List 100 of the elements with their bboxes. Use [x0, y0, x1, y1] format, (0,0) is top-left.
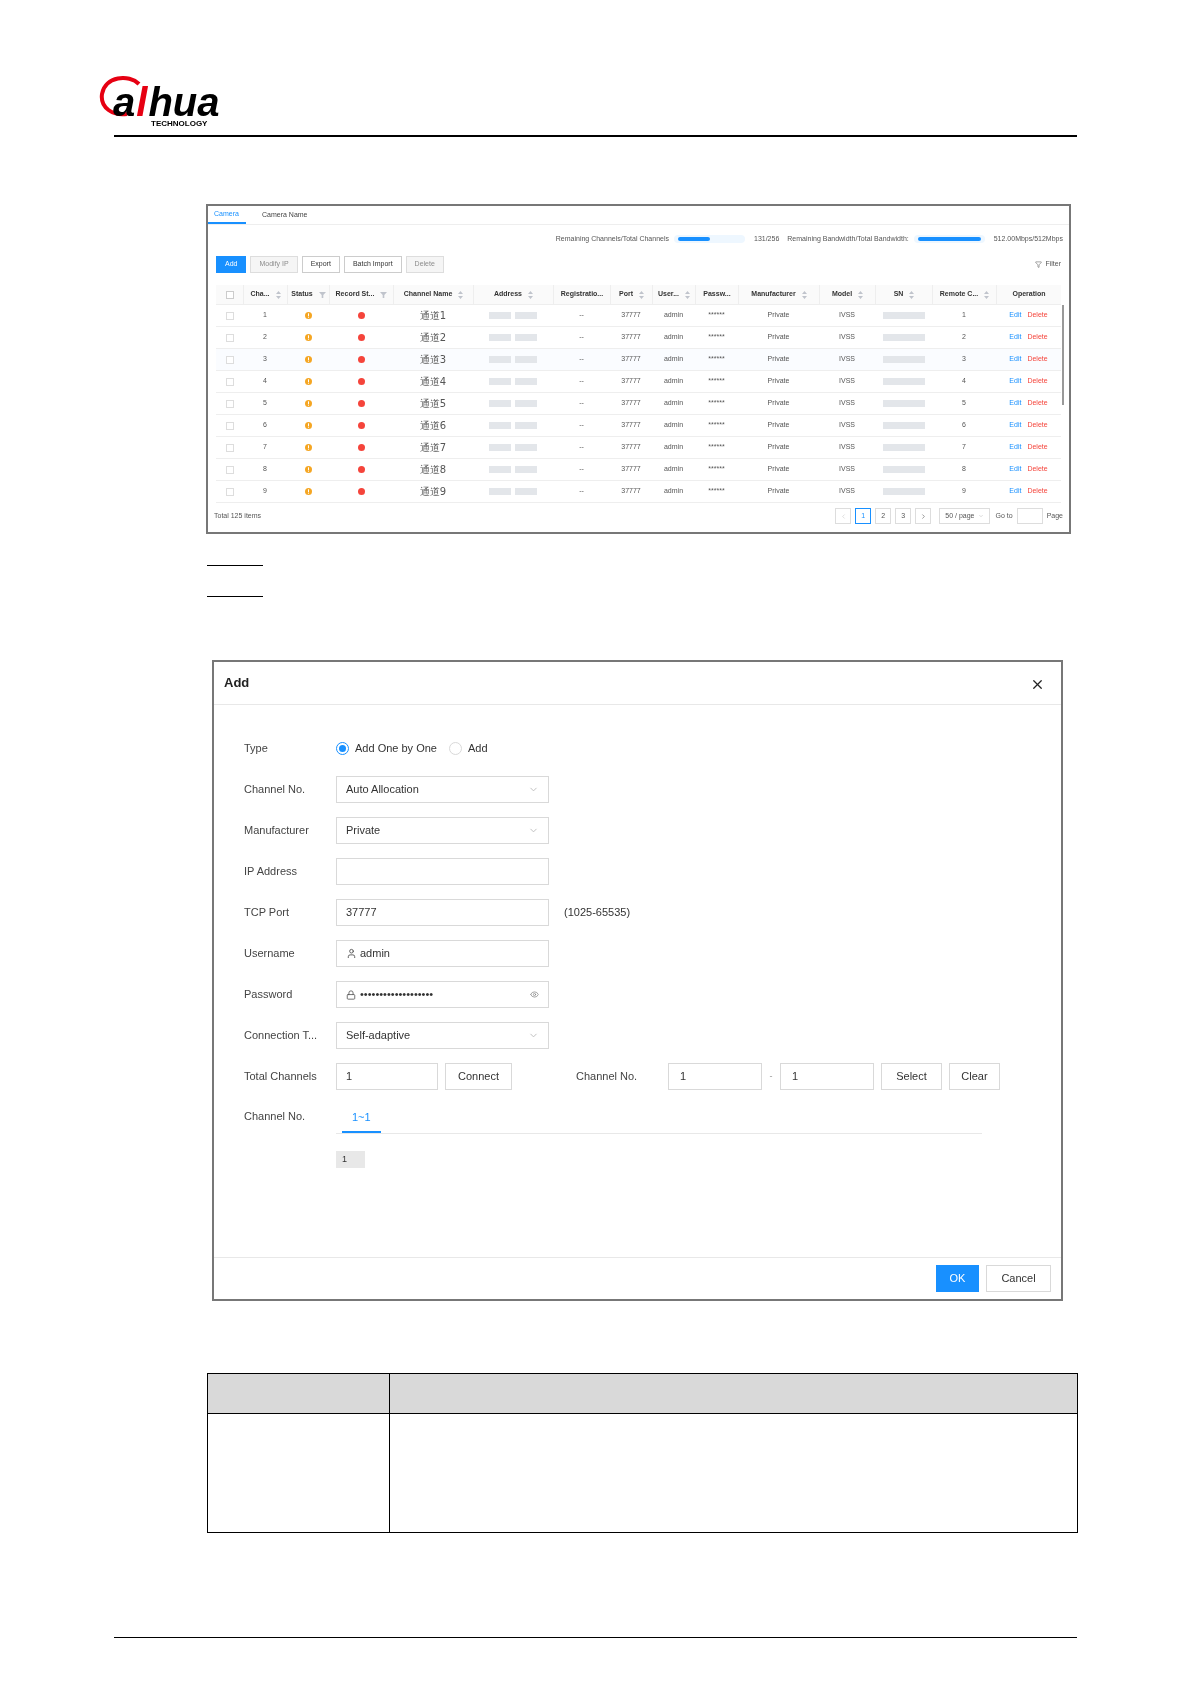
record-dot-icon — [357, 356, 365, 363]
sort-icon[interactable] — [984, 290, 990, 299]
table-cell-text: 通道3 — [419, 353, 447, 367]
select-field[interactable]: Private — [336, 817, 549, 844]
blurred-value — [489, 488, 537, 495]
dialog-title: Add — [224, 674, 250, 693]
blurred-value — [882, 400, 925, 407]
input-field[interactable] — [336, 858, 549, 885]
record-dot-icon — [357, 334, 365, 341]
checkbox[interactable] — [225, 311, 234, 320]
table-cell-text: 通道5 — [419, 397, 447, 411]
connect-button[interactable]: Connect — [445, 1063, 512, 1090]
input-field[interactable]: 1 — [336, 1063, 438, 1090]
warning-icon — [304, 378, 312, 385]
password-field[interactable]: ••••••••••••••••••• — [336, 981, 549, 1008]
select-field[interactable]: Self-adaptive — [336, 1022, 549, 1049]
filter-icon[interactable] — [318, 291, 326, 298]
blurred-value — [489, 422, 537, 429]
warning-icon — [304, 312, 312, 319]
filter-icon[interactable] — [1035, 261, 1043, 268]
blurred-value — [882, 334, 925, 341]
page-input[interactable] — [1016, 508, 1043, 524]
field-label: Connection T... — [244, 1028, 319, 1044]
warning-icon — [304, 422, 312, 429]
checkbox[interactable] — [225, 355, 234, 364]
table-cell-text: 通道9 — [419, 485, 447, 499]
checkbox[interactable] — [225, 443, 234, 452]
select-field[interactable]: Auto Allocation — [336, 776, 549, 803]
record-dot-icon — [357, 378, 365, 385]
table-cell-text: 通道6 — [419, 419, 447, 433]
record-dot-icon — [357, 466, 365, 473]
chevron-left-icon — [839, 512, 847, 520]
field-label: Password — [244, 987, 294, 1003]
table-cell-text: 通道2 — [419, 331, 447, 345]
blurred-value — [882, 312, 925, 319]
checkbox[interactable] — [225, 465, 234, 474]
record-dot-icon — [357, 422, 365, 429]
input-field[interactable]: 1 — [780, 1063, 874, 1090]
radio-label[interactable]: Add One by One — [355, 740, 437, 757]
ok-button[interactable]: OK — [936, 1265, 979, 1292]
eye-icon[interactable] — [530, 990, 539, 999]
blurred-value — [882, 422, 925, 429]
radio-label[interactable]: Add — [467, 740, 488, 757]
blurred-value — [882, 466, 925, 473]
blurred-value — [489, 378, 537, 385]
input-field[interactable]: 1 — [668, 1063, 762, 1090]
record-dot-icon — [357, 400, 365, 407]
scrollbar[interactable] — [1062, 305, 1064, 405]
logo-letter: l — [136, 82, 148, 122]
field-label: Total Channels — [244, 1069, 318, 1085]
table-cell-text: 通道7 — [419, 441, 447, 455]
field-label: Type — [244, 741, 269, 757]
blurred-value — [882, 444, 925, 451]
cancel-button[interactable]: Cancel — [986, 1265, 1051, 1292]
field-label: Manufacturer — [244, 823, 310, 839]
username-field[interactable]: admin — [336, 940, 549, 967]
range-hint: (1025-65535) — [564, 905, 631, 921]
sort-icon[interactable] — [909, 290, 915, 299]
blurred-value — [882, 488, 925, 495]
sort-icon[interactable] — [685, 290, 690, 299]
record-dot-icon — [357, 312, 365, 319]
table-cell-text: 通道8 — [419, 463, 447, 477]
warning-icon — [304, 488, 312, 495]
channel-range-tab[interactable]: 1~1 — [342, 1104, 381, 1133]
sort-icon[interactable] — [528, 290, 533, 299]
warning-icon — [304, 466, 312, 473]
sort-icon[interactable] — [858, 290, 864, 299]
checkbox[interactable] — [225, 333, 234, 342]
channel-chip[interactable]: 1 — [336, 1151, 365, 1168]
sort-icon[interactable] — [275, 290, 281, 299]
record-dot-icon — [357, 444, 365, 451]
warning-icon — [304, 444, 312, 451]
table-cell-text: 通道1 — [419, 309, 447, 323]
checkbox[interactable] — [225, 487, 234, 496]
field-label: Channel No. — [244, 782, 307, 798]
field-label: Username — [244, 946, 296, 962]
record-dot-icon — [357, 488, 365, 495]
range-separator: - — [768, 1069, 774, 1083]
sort-icon[interactable] — [801, 290, 807, 299]
field-label: IP Address — [244, 864, 298, 880]
warning-icon — [304, 334, 312, 341]
next-page-button[interactable] — [915, 508, 932, 524]
table-cell-text: 通道4 — [419, 375, 447, 389]
clear-button[interactable]: Clear — [949, 1063, 1000, 1090]
blurred-value — [489, 444, 537, 451]
sort-icon[interactable] — [458, 290, 464, 299]
chevron-right-icon — [919, 512, 927, 520]
filter-icon[interactable] — [380, 291, 388, 298]
blurred-value — [489, 400, 537, 407]
select-button[interactable]: Select — [881, 1063, 942, 1090]
lock-icon — [346, 989, 356, 1000]
input-field[interactable]: 37777 — [336, 899, 549, 926]
checkbox[interactable] — [225, 399, 234, 408]
field-label: TCP Port — [244, 905, 291, 921]
user-icon — [346, 948, 357, 959]
blurred-value — [489, 334, 537, 341]
checkbox[interactable] — [225, 377, 234, 386]
checkbox[interactable] — [225, 421, 234, 430]
checkbox[interactable] — [225, 290, 234, 299]
sort-icon[interactable] — [639, 290, 644, 299]
